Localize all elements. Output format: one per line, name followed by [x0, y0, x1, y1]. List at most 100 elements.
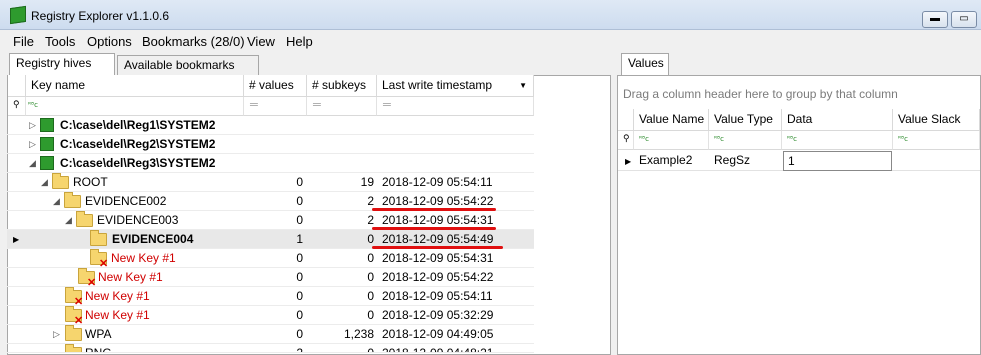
value-type: RegSz [714, 153, 751, 167]
key-name: C:\case\del\Reg2\SYSTEM2 [60, 137, 216, 151]
col-header-value-type[interactable]: Value Type [709, 109, 782, 131]
window-title: Registry Explorer v1.1.0.6 [31, 9, 170, 23]
menu-bar: File Tools Options Bookmarks (28/0) View… [0, 31, 981, 51]
tree-row[interactable]: ▷ C:\case\del\Reg1\SYSTEM2 [7, 116, 534, 135]
filter-value-slack[interactable]: ᴿᴮc [893, 131, 980, 150]
menu-tools[interactable]: Tools [45, 34, 75, 49]
timestamp: 2018-12-09 04:48:21 [382, 346, 494, 353]
tree-row[interactable]: ▷ WPA 0 1,238 2018-12-09 04:49:05 [7, 325, 534, 344]
tree-row[interactable]: ✕ New Key #1 0 0 2018-12-09 05:54:31 [7, 249, 534, 270]
group-by-hint[interactable]: Drag a column header here to group by th… [623, 87, 898, 101]
tab-available-bookmarks[interactable]: Available bookmarks (84/0) [117, 55, 259, 91]
tab-registry-hives[interactable]: Registry hives (3) [9, 53, 115, 89]
timestamp: 2018-12-09 05:54:31 [382, 251, 494, 265]
values-count: 0 [296, 175, 303, 189]
tree-row[interactable]: ◢ ROOT 0 19 2018-12-09 05:54:11 [7, 173, 534, 192]
expand-arrow-icon[interactable]: ▷ [53, 325, 63, 344]
col-header-data[interactable]: Data [782, 109, 893, 131]
col-header-values[interactable]: # values [244, 75, 307, 97]
menu-file[interactable]: File [13, 34, 34, 49]
tree-row[interactable]: ▷ C:\case\del\Reg2\SYSTEM2 [7, 135, 534, 154]
col-header-last-write-label: Last write timestamp [382, 78, 493, 92]
folder-icon [52, 173, 69, 189]
folder-icon [65, 325, 82, 341]
timestamp: 2018-12-09 05:32:29 [382, 308, 494, 322]
collapse-arrow-icon[interactable]: ◢ [29, 154, 39, 173]
expand-arrow-icon[interactable]: ▷ [29, 135, 39, 154]
menu-bookmarks[interactable]: Bookmarks (28/0) [142, 34, 245, 49]
collapse-arrow-icon[interactable]: ◢ [41, 173, 51, 192]
filter-key-name[interactable]: ᴿᴮc [26, 97, 244, 116]
filter-values[interactable]: ═ [244, 97, 307, 116]
text-filter-icon: ᴿᴮc [639, 135, 649, 143]
hive-icon [40, 118, 54, 132]
tree-row[interactable]: ✕ New Key #1 0 0 2018-12-09 05:54:22 [7, 268, 534, 289]
values-count: 0 [296, 308, 303, 322]
expand-arrow-icon[interactable]: ▷ [29, 116, 39, 135]
folder-icon [76, 211, 93, 227]
maximize-button[interactable]: ▭ [951, 11, 977, 28]
timestamp: 2018-12-09 05:54:22 [382, 270, 494, 284]
filter-value-type[interactable]: ᴿᴮc [709, 131, 782, 150]
folder-icon [90, 230, 107, 246]
highlight-underline [372, 246, 503, 249]
app-cube-icon [10, 5, 26, 25]
subkeys-count: 0 [367, 232, 374, 246]
filter-subkeys[interactable]: ═ [307, 97, 377, 116]
col-header-key-name[interactable]: Key name [26, 75, 244, 97]
key-name: New Key #1 [98, 270, 163, 284]
tree-row[interactable]: ◢ C:\case\del\Reg3\SYSTEM2 [7, 154, 534, 173]
timestamp: 2018-12-09 05:54:11 [382, 175, 493, 189]
key-name: New Key #1 [85, 289, 150, 303]
timestamp: 2018-12-09 04:49:05 [382, 327, 494, 341]
tab-values[interactable]: Values [621, 53, 669, 75]
subkeys-count: 0 [367, 308, 374, 322]
filter-timestamp[interactable]: ═ [377, 97, 534, 116]
key-name: RNG [85, 346, 112, 353]
tree-row[interactable]: RNG 2 0 2018-12-09 04:48:21 [7, 344, 534, 353]
col-header-value-name[interactable]: Value Name [634, 109, 709, 131]
row-indicator-header [8, 75, 26, 97]
tree-row[interactable]: ✕ New Key #1 0 0 2018-12-09 05:54:11 [7, 287, 534, 308]
col-header-subkeys[interactable]: # subkeys [307, 75, 377, 97]
menu-view[interactable]: View [247, 34, 275, 49]
pin-icon: ⚲ [13, 99, 20, 109]
sort-desc-icon: ▼ [519, 81, 527, 90]
pin-icon: ⚲ [623, 133, 630, 143]
value-row[interactable]: ▶ Example2 RegSz 1 [618, 151, 980, 171]
collapse-arrow-icon[interactable]: ◢ [65, 211, 75, 230]
deleted-folder-icon: ✕ [65, 306, 83, 327]
values-count: 0 [296, 289, 303, 303]
filter-row-pin: ⚲ [618, 131, 634, 150]
equals-filter-icon: ═ [250, 99, 258, 111]
filter-data[interactable]: ᴿᴮc [782, 131, 893, 150]
value-data-cell[interactable]: 1 [783, 151, 892, 171]
key-name: WPA [85, 327, 112, 341]
key-name: EVIDENCE002 [85, 194, 167, 208]
col-header-last-write[interactable]: Last write timestamp ▼ [377, 75, 534, 97]
values-count: 0 [296, 251, 303, 265]
timestamp: 2018-12-09 05:54:11 [382, 289, 493, 303]
text-filter-icon: ᴿᴮc [787, 135, 797, 143]
key-name: New Key #1 [85, 308, 150, 322]
subkeys-count: 0 [367, 346, 374, 353]
key-name: EVIDENCE004 [112, 232, 194, 246]
tree-row[interactable]: ✕ New Key #1 0 0 2018-12-09 05:32:29 [7, 306, 534, 327]
folder-icon [64, 192, 81, 208]
menu-options[interactable]: Options [87, 34, 132, 49]
values-count: 0 [296, 194, 303, 208]
filter-value-name[interactable]: ᴿᴮc [634, 131, 709, 150]
subkeys-count: 1,238 [343, 327, 374, 341]
collapse-arrow-icon[interactable]: ◢ [53, 192, 63, 211]
text-filter-icon: ᴿᴮc [898, 135, 908, 143]
minimize-button[interactable]: ▬ [922, 11, 948, 28]
subkeys-count: 2 [367, 213, 374, 227]
col-header-value-slack[interactable]: Value Slack [893, 109, 980, 131]
text-filter-icon: ᴿᴮc [714, 135, 724, 143]
menu-help[interactable]: Help [286, 34, 313, 49]
values-count: 0 [296, 270, 303, 284]
value-name: Example2 [639, 153, 693, 167]
current-row-icon: ▶ [13, 235, 20, 244]
key-name: C:\case\del\Reg3\SYSTEM2 [60, 156, 216, 170]
key-name: EVIDENCE003 [97, 213, 179, 227]
